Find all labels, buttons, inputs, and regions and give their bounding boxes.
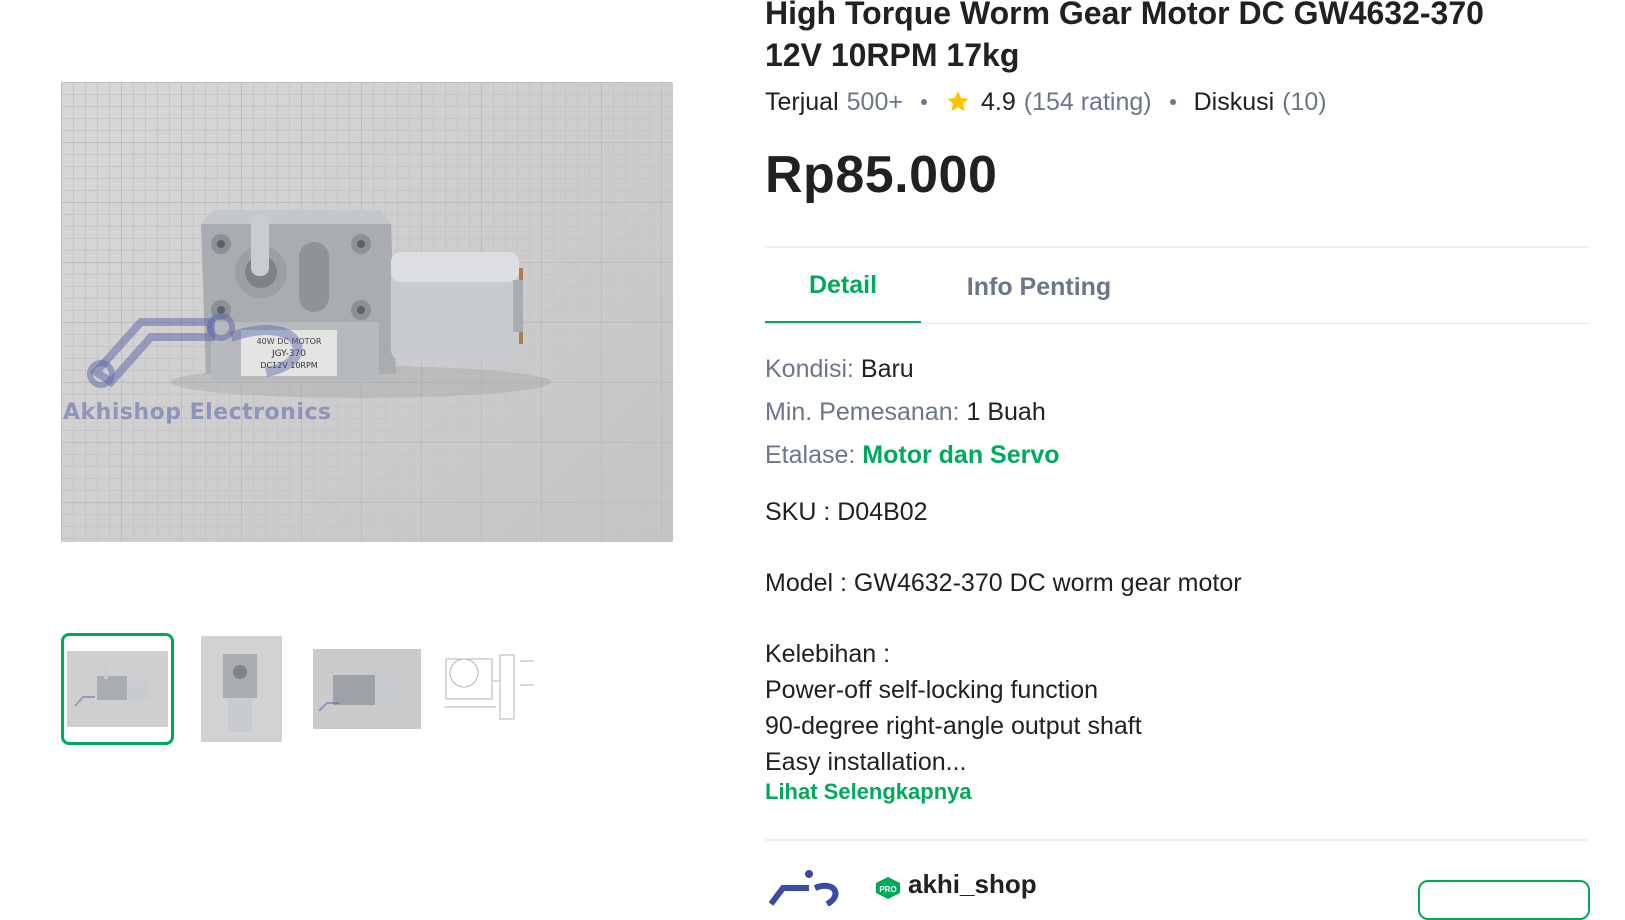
main-product-image[interactable]: 40W DC MOTOR JGY-370 DC12V 10RPM Akhisho… [61,82,673,542]
product-stats: Terjual 500+ 4.9 (154 rating) Diskusi (1… [765,84,1327,120]
sold-count: 500+ [846,87,903,116]
tabs-underline [765,323,1589,324]
rating-count-link[interactable]: (154 rating) [1024,88,1152,117]
description-model: Model : GW4632-370 DC worm gear motor [765,569,1242,597]
shop-logo[interactable] [765,866,849,906]
detail-tabs: Detail Info Penting [765,250,1589,324]
description-sku: SKU : D04B02 [765,498,928,526]
follow-button[interactable] [1418,880,1590,920]
thumbnail-3[interactable] [313,633,421,745]
shop-row: PRO akhi_shop [765,856,1590,920]
tab-detail[interactable]: Detail [765,250,921,324]
description-advantage-1: Power-off self-locking function [765,676,1099,704]
product-title-line-1: High Torque Worm Gear Motor DC GW4632-37… [765,0,1484,31]
thumbnail-2[interactable] [201,633,282,745]
product-title: High Torque Worm Gear Motor DC GW4632-37… [765,0,1595,76]
description-advantage-2: 90-degree right-angle output shaft [765,712,1142,740]
divider [765,839,1589,841]
sold-label: Terjual [765,87,839,116]
discussion-count[interactable]: (10) [1282,88,1326,117]
product-title-line-2: 12V 10RPM 17kg [765,37,1020,73]
showcase-link[interactable]: Motor dan Servo [862,441,1059,469]
spec-condition: Kondisi: Baru [765,355,914,384]
motor-photo: 40W DC MOTOR JGY-370 DC12V 10RPM [87,210,551,398]
thumbnail-4[interactable] [436,633,536,745]
spec-min-order: Min. Pemesanan: 1 Buah [765,398,1046,427]
tab-info-penting[interactable]: Info Penting [951,250,1127,324]
showcase-label: Etalase: [765,441,856,469]
separator-dot [920,99,927,105]
description-advantage-3: Easy installation... [765,748,967,776]
thumbnail-1[interactable] [61,633,174,745]
spec-showcase: Etalase: Motor dan Servo [765,441,1060,470]
image-watermark: Akhishop Electronics [63,400,332,425]
thumbnail-strip [61,633,581,745]
description-advantages-heading: Kelebihan : [765,640,891,668]
product-price: Rp85.000 [765,146,998,204]
pro-badge-text: PRO [879,885,896,894]
rating-value: 4.9 [980,87,1016,116]
separator-dot [1169,99,1176,105]
min-order-value: 1 Buah [966,398,1046,426]
discussion-label[interactable]: Diskusi [1194,88,1275,117]
condition-label: Kondisi: [765,355,854,383]
star-icon [947,91,969,112]
shop-name[interactable]: akhi_shop [908,869,1037,900]
min-order-label: Min. Pemesanan: [765,398,960,426]
divider [765,246,1589,248]
see-more-link[interactable]: Lihat Selengkapnya [765,779,972,805]
pro-badge-icon: PRO [876,877,900,899]
condition-value: Baru [860,355,914,383]
